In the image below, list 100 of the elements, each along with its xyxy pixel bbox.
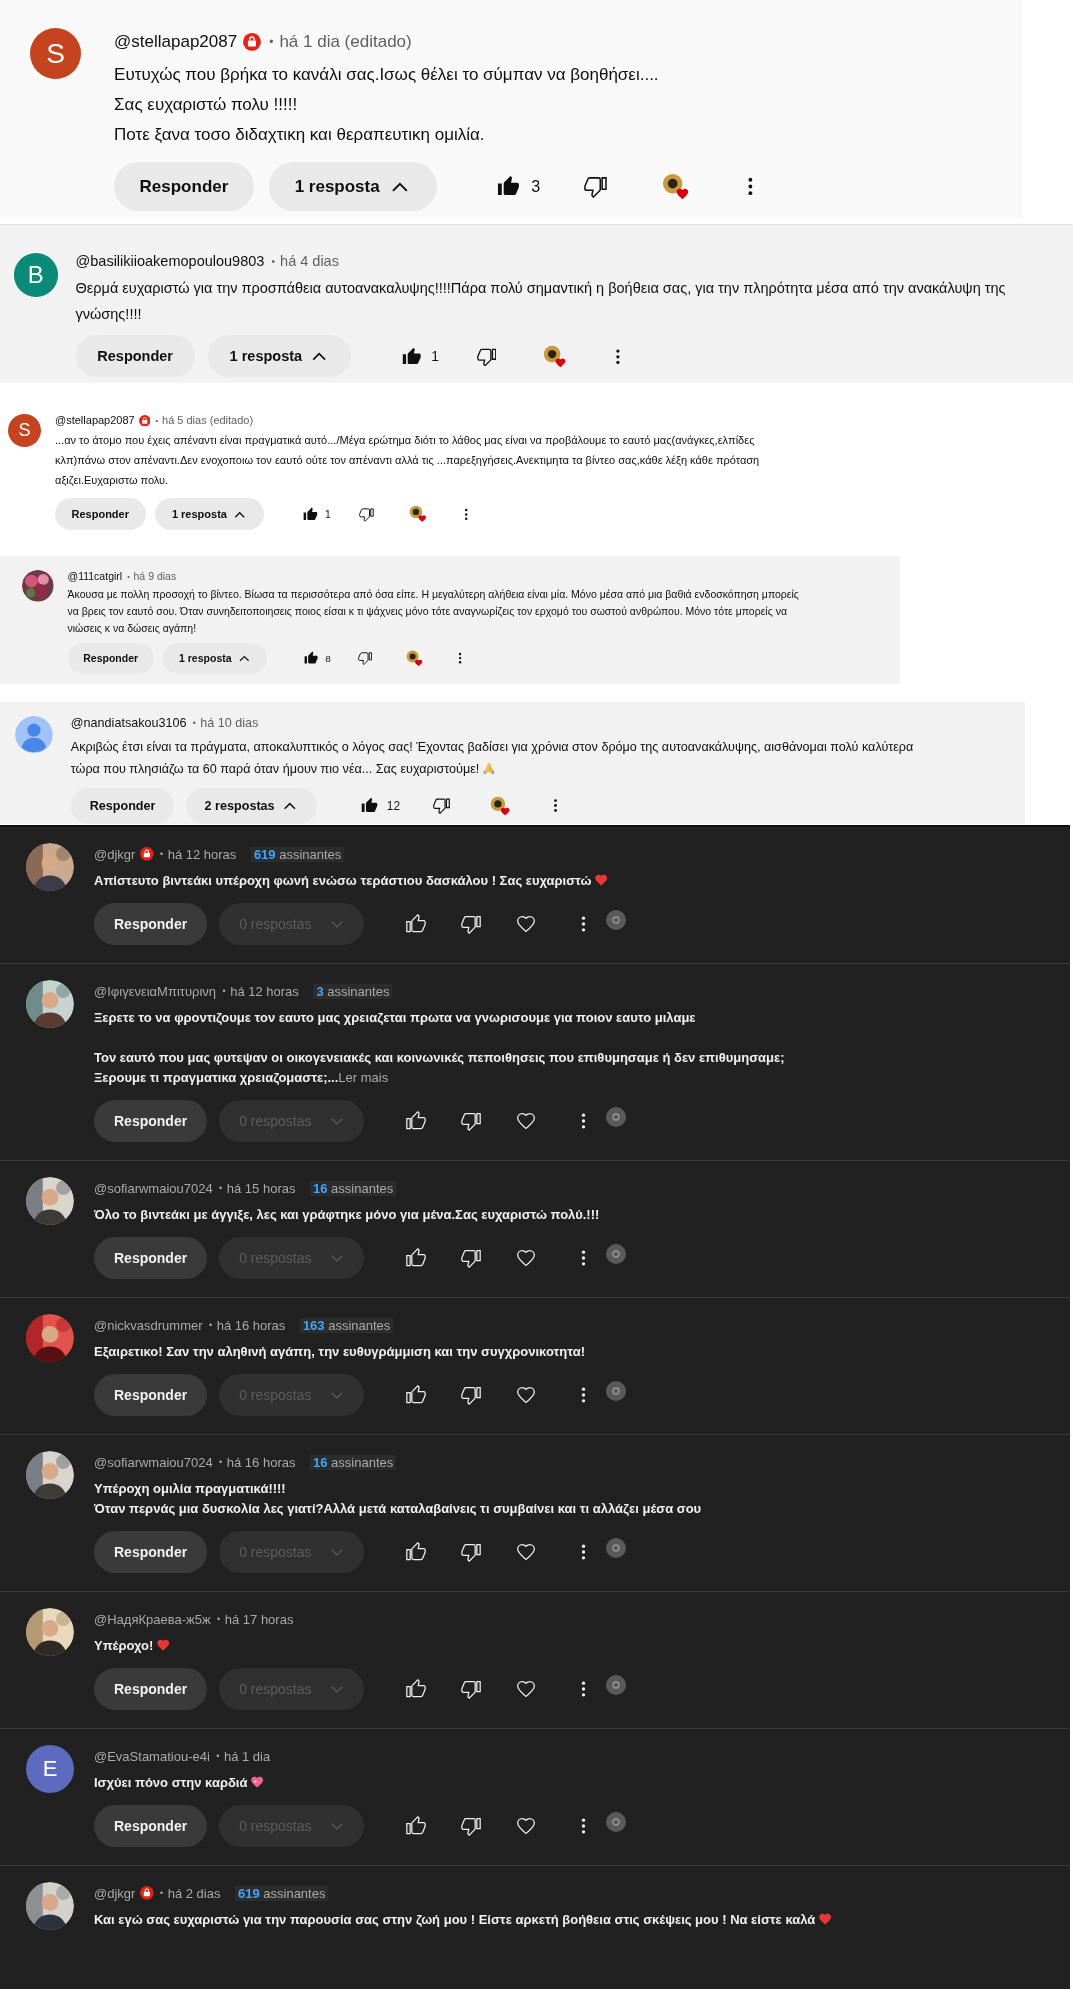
replies-button[interactable]: 2 respostas	[185, 787, 318, 825]
like-icon[interactable]	[405, 1248, 426, 1268]
like-icon[interactable]	[302, 506, 318, 522]
comment-time[interactable]: há 1 dia (editado)	[279, 32, 412, 52]
like-icon[interactable]	[405, 1111, 426, 1131]
more-options-icon[interactable]	[464, 506, 469, 522]
extension-icon[interactable]	[605, 1538, 626, 1558]
more-options-icon[interactable]	[553, 797, 559, 815]
more-options-icon[interactable]	[580, 1111, 586, 1131]
comment-time[interactable]: há 1 dia	[223, 1748, 271, 1764]
creator-heart-icon[interactable]	[490, 795, 511, 816]
reply-button[interactable]: Responder	[55, 498, 146, 531]
like-icon[interactable]	[405, 914, 426, 934]
comment-time[interactable]: há 10 dias	[200, 715, 259, 730]
reply-button[interactable]: Responder	[94, 1100, 208, 1142]
reply-button[interactable]: Responder	[94, 1805, 208, 1847]
heart-icon[interactable]	[515, 1248, 536, 1268]
like-icon[interactable]	[405, 1679, 426, 1699]
dislike-icon[interactable]	[476, 346, 497, 367]
author-name[interactable]: @sofiarwmaiou7024	[94, 1454, 213, 1470]
comment-time[interactable]: há 12 horas	[230, 983, 299, 999]
heart-icon[interactable]	[515, 1816, 536, 1836]
dislike-icon[interactable]	[432, 797, 450, 815]
author-name[interactable]: @stellapap2087	[114, 32, 238, 52]
reply-button[interactable]: Responder	[94, 1531, 208, 1573]
dislike-icon[interactable]	[357, 651, 373, 666]
avatar-icon[interactable]: S	[30, 28, 82, 80]
replies-button[interactable]: 1 resposta	[155, 498, 265, 531]
replies-button[interactable]: 1 resposta	[207, 335, 352, 378]
reply-button[interactable]: Responder	[94, 1668, 208, 1710]
more-options-icon[interactable]	[580, 914, 586, 934]
heart-icon[interactable]	[515, 1385, 536, 1405]
extension-icon[interactable]	[605, 1244, 626, 1264]
comment-time[interactable]: há 5 dias (editado)	[162, 414, 254, 427]
author-name[interactable]: @111catgirl	[67, 570, 123, 583]
dislike-icon[interactable]	[359, 506, 375, 522]
creator-heart-icon[interactable]	[661, 173, 689, 201]
author-name[interactable]: @stellapap2087	[55, 414, 135, 427]
comment-text: τώρα που πλησιάζω τα 60 παρά όταν ήμουν πιο νέα... Σας ευχαριστούμε!	[70, 761, 480, 776]
like-icon[interactable]	[402, 346, 422, 367]
extension-icon[interactable]	[605, 910, 626, 930]
comment-time[interactable]: há 2 dias	[167, 1885, 221, 1901]
comment-time[interactable]: há 4 dias	[280, 253, 339, 270]
like-icon[interactable]	[304, 651, 319, 666]
heart-icon[interactable]	[515, 1679, 536, 1699]
comment-time[interactable]: há 15 horas	[226, 1180, 296, 1196]
extension-icon[interactable]	[605, 1812, 626, 1832]
comment-text: Ξερουμε τι πραγματικα χρειαζομαστε;...	[94, 1070, 339, 1085]
author-name[interactable]: @sofiarwmaiou7024	[94, 1180, 213, 1196]
comment-time[interactable]: há 16 horas	[216, 1317, 286, 1333]
creator-heart-icon[interactable]	[542, 344, 566, 368]
creator-heart-icon[interactable]	[405, 650, 423, 667]
reply-button[interactable]: Responder	[67, 643, 154, 674]
heart-icon[interactable]	[515, 1111, 536, 1131]
avatar-icon[interactable]: B	[14, 253, 58, 297]
like-icon[interactable]	[405, 1385, 426, 1405]
author-name[interactable]: @НадяКраева-ж5ж	[94, 1611, 211, 1627]
like-icon[interactable]	[405, 1816, 426, 1836]
creator-heart-icon[interactable]	[409, 505, 427, 524]
author-name[interactable]: @basilikiioakemopoulou9803	[75, 253, 265, 270]
more-options-icon[interactable]	[458, 651, 463, 666]
extension-icon[interactable]	[605, 1107, 626, 1127]
more-options-icon[interactable]	[580, 1385, 586, 1405]
replies-button[interactable]: 1 resposta	[163, 643, 268, 674]
author-name[interactable]: @nickvasdrummer	[94, 1317, 203, 1333]
subscriber-count: 619 assinantes	[250, 846, 345, 862]
avatar-icon[interactable]: S	[8, 414, 42, 448]
separator-dot: •	[271, 255, 275, 267]
heart-icon[interactable]	[515, 914, 536, 934]
separator-dot: •	[216, 1751, 220, 1761]
like-icon[interactable]	[361, 797, 379, 815]
more-options-icon[interactable]	[580, 1542, 586, 1562]
comment-time[interactable]: há 17 horas	[224, 1611, 294, 1627]
heart-icon[interactable]	[515, 1542, 536, 1562]
avatar-icon[interactable]: E	[26, 1745, 74, 1793]
author-name[interactable]: @ΙφιγενειαΜπιτυρινη	[94, 983, 217, 999]
replies-button[interactable]: 1 resposta	[269, 162, 438, 212]
reply-button[interactable]: Responder	[94, 1374, 208, 1416]
author-name[interactable]: @djkgr	[94, 846, 136, 862]
reply-button[interactable]: Responder	[94, 1237, 208, 1279]
extension-icon[interactable]	[605, 1675, 626, 1695]
reply-button[interactable]: Responder	[75, 335, 195, 378]
avatar-icon[interactable]	[15, 715, 53, 754]
more-options-icon[interactable]	[580, 1816, 586, 1836]
reply-button[interactable]: Responder	[94, 903, 208, 945]
like-icon[interactable]	[405, 1542, 426, 1562]
read-more-link[interactable]: Ler mais	[338, 1070, 389, 1085]
comment-time[interactable]: há 16 horas	[226, 1454, 296, 1470]
author-name[interactable]: @djkgr	[94, 1885, 136, 1901]
comment-time[interactable]: há 9 dias	[133, 570, 177, 583]
reply-button[interactable]: Responder	[114, 162, 254, 212]
comment-time[interactable]: há 12 horas	[167, 846, 237, 862]
dislike-icon[interactable]	[584, 175, 608, 199]
more-options-icon[interactable]	[580, 1679, 586, 1699]
author-name[interactable]: @nandiatsakou3106	[70, 715, 187, 730]
author-name[interactable]: @EvaStamatiou-e4i	[94, 1748, 210, 1764]
subscriber-count: 3 assinantes	[313, 983, 393, 999]
extension-icon[interactable]	[605, 1381, 626, 1401]
reply-button[interactable]: Responder	[70, 787, 175, 825]
more-options-icon[interactable]	[580, 1248, 586, 1268]
